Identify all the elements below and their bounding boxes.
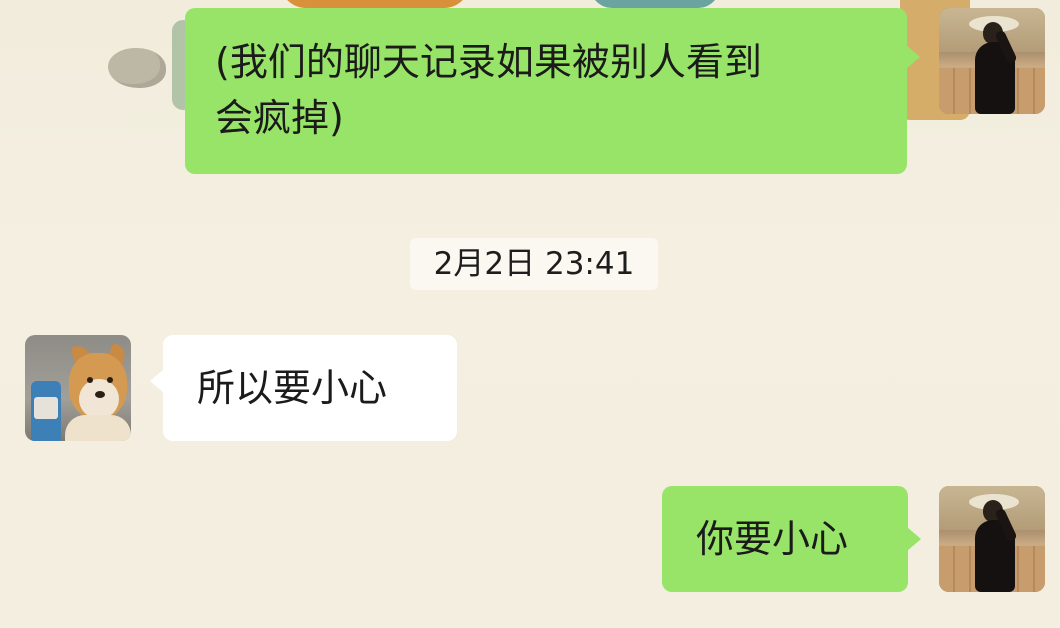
background-doodle bbox=[280, 0, 470, 8]
received-message-bubble[interactable]: 所以要小心 bbox=[163, 335, 457, 441]
background-doodle bbox=[590, 0, 720, 8]
bubble-tail bbox=[907, 527, 921, 551]
message-timestamp: 2月2日 23:41 bbox=[410, 238, 658, 290]
sent-message-bubble[interactable]: 你要小心 bbox=[662, 486, 908, 592]
background-doodle bbox=[108, 48, 166, 88]
contact-avatar[interactable] bbox=[25, 335, 131, 441]
sent-message-bubble[interactable]: (我们的聊天记录如果被别人看到 会疯掉) bbox=[185, 8, 907, 174]
bubble-tail bbox=[150, 369, 164, 393]
background-doodle bbox=[110, 0, 170, 15]
self-avatar[interactable] bbox=[939, 8, 1045, 114]
self-avatar[interactable] bbox=[939, 486, 1045, 592]
bubble-tail bbox=[906, 45, 920, 69]
